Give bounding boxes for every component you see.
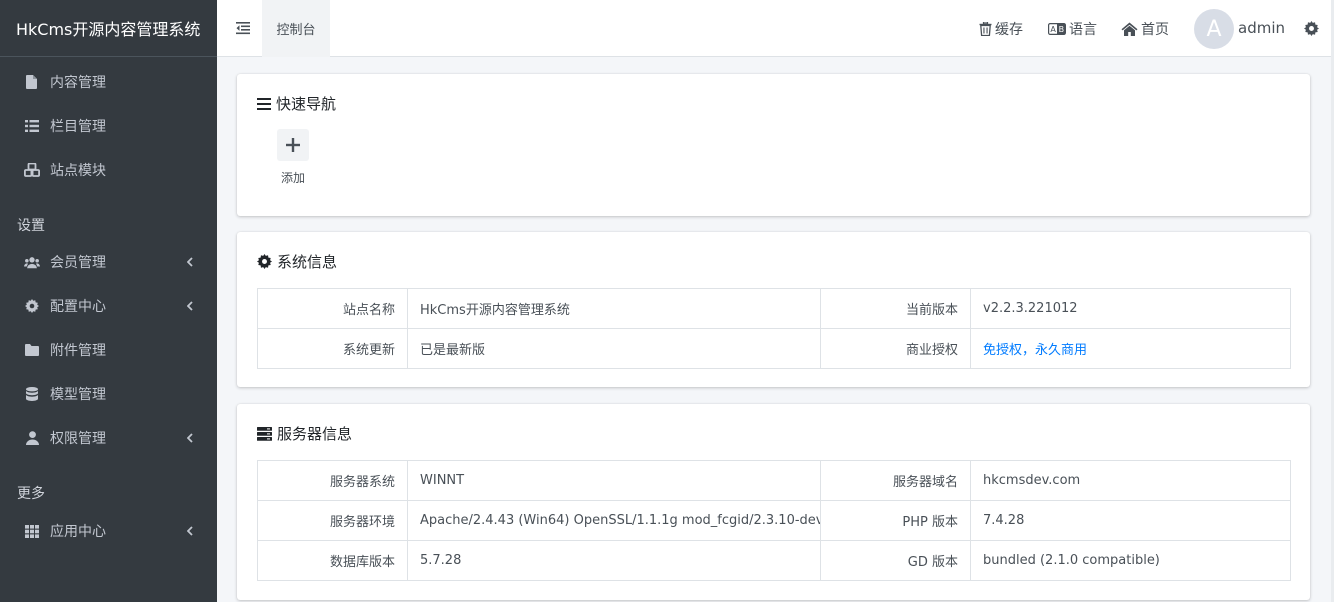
brand-title[interactable]: HkCms开源内容管理系统 xyxy=(0,0,217,57)
language-button[interactable]: AB 语言 xyxy=(1048,19,1097,39)
user-name[interactable]: admin xyxy=(1238,19,1285,37)
table-cell-value: WINNT xyxy=(407,460,821,501)
table-cell-value: bundled (2.1.0 compatible) xyxy=(970,540,1291,581)
sidebar-item-label: 权限管理 xyxy=(50,431,106,447)
sidebar-item-members[interactable]: 会员管理 xyxy=(0,242,217,282)
table-cell-value: HkCms开源内容管理系统 xyxy=(407,288,821,329)
table-cell-value: hkcmsdev.com xyxy=(970,460,1291,501)
list-icon xyxy=(24,118,40,134)
database-icon xyxy=(24,386,40,402)
grid-icon xyxy=(24,523,40,539)
table-row: 数据库版本 5.7.28 GD 版本 bundled (2.1.0 compat… xyxy=(257,540,1291,581)
table-cell-key: 当前版本 xyxy=(820,288,971,329)
table-cell-key: GD 版本 xyxy=(820,540,971,581)
sidebar-item-config[interactable]: 配置中心 xyxy=(0,286,217,326)
topbar: 控制台 缓存 AB 语言 首页 A admin xyxy=(217,0,1334,57)
sidebar: HkCms开源内容管理系统 内容管理 栏目管理 站点模块 设置 会员管理 配置中… xyxy=(0,0,217,602)
cache-label: 缓存 xyxy=(995,22,1023,38)
license-link[interactable]: 免授权，永久商用 xyxy=(983,343,1087,358)
language-icon: AB xyxy=(1048,23,1066,35)
sidebar-item-models[interactable]: 模型管理 xyxy=(0,374,217,414)
menu-toggle-icon[interactable] xyxy=(235,20,251,36)
table-cell-key: 站点名称 xyxy=(257,288,408,329)
cog-icon xyxy=(24,298,40,314)
server-info-card: 服务器信息 服务器系统 WINNT 服务器域名 hkcmsdev.com 服务器… xyxy=(237,404,1310,600)
table-cell-key: 服务器系统 xyxy=(257,460,408,501)
server-info-title-text: 服务器信息 xyxy=(277,425,353,443)
server-info-title: 服务器信息 xyxy=(257,423,352,444)
sidebar-header-settings: 设置 xyxy=(17,218,45,234)
system-info-title: 系统信息 xyxy=(257,251,337,272)
quick-nav-title-text: 快速导航 xyxy=(276,95,337,113)
avatar[interactable]: A xyxy=(1194,9,1234,49)
add-label: 添加 xyxy=(280,171,305,185)
table-cell-key: 系统更新 xyxy=(257,328,408,369)
add-quick-nav-button[interactable] xyxy=(277,129,309,161)
sidebar-item-label: 栏目管理 xyxy=(50,119,106,135)
sidebar-item-modules[interactable]: 站点模块 xyxy=(0,150,217,190)
table-row: 服务器环境 Apache/2.4.43 (Win64) OpenSSL/1.1.… xyxy=(257,500,1291,541)
users-icon xyxy=(24,254,40,270)
sidebar-header-more: 更多 xyxy=(17,486,45,502)
system-info-card: 系统信息 站点名称 HkCms开源内容管理系统 当前版本 v2.2.3.2210… xyxy=(237,232,1310,387)
quick-nav-card: 快速导航 添加 xyxy=(237,74,1310,216)
sidebar-item-columns[interactable]: 栏目管理 xyxy=(0,106,217,146)
table-cell-value: v2.2.3.221012 xyxy=(970,288,1291,329)
bars-icon xyxy=(257,97,271,110)
svg-text:A: A xyxy=(1050,25,1056,34)
sidebar-item-label: 应用中心 xyxy=(50,524,106,540)
cog-icon xyxy=(257,254,272,269)
language-label: 语言 xyxy=(1069,22,1097,38)
table-cell-value: 5.7.28 xyxy=(407,540,821,581)
trash-icon xyxy=(979,22,992,36)
system-info-table: 站点名称 HkCms开源内容管理系统 当前版本 v2.2.3.221012 系统… xyxy=(257,288,1291,369)
sidebar-item-label: 内容管理 xyxy=(50,75,106,91)
folder-icon xyxy=(24,342,40,358)
table-cell-key: 商业授权 xyxy=(820,328,971,369)
quick-nav-title: 快速导航 xyxy=(257,93,336,114)
plus-icon xyxy=(286,138,300,152)
sidebar-item-apps[interactable]: 应用中心 xyxy=(0,511,217,551)
file-icon xyxy=(24,74,40,90)
home-button[interactable]: 首页 xyxy=(1121,19,1169,39)
sidebar-item-permissions[interactable]: 权限管理 xyxy=(0,418,217,458)
cache-button[interactable]: 缓存 xyxy=(979,19,1023,39)
chevron-left-icon xyxy=(185,526,195,536)
table-row: 服务器系统 WINNT 服务器域名 hkcmsdev.com xyxy=(257,460,1291,501)
chevron-left-icon xyxy=(185,257,195,267)
settings-gear-icon[interactable] xyxy=(1304,21,1319,36)
sidebar-item-attachments[interactable]: 附件管理 xyxy=(0,330,217,370)
home-icon xyxy=(1121,22,1138,36)
table-cell-value: 7.4.28 xyxy=(970,500,1291,541)
server-icon xyxy=(257,426,272,441)
cubes-icon xyxy=(24,162,40,178)
sidebar-item-label: 站点模块 xyxy=(50,163,106,179)
table-cell-value: Apache/2.4.43 (Win64) OpenSSL/1.1.1g mod… xyxy=(407,500,821,541)
table-cell-value: 已是最新版 xyxy=(407,328,821,369)
sidebar-item-label: 模型管理 xyxy=(50,387,106,403)
user-icon xyxy=(24,430,40,446)
table-cell-key: 服务器域名 xyxy=(820,460,971,501)
chevron-left-icon xyxy=(185,433,195,443)
sidebar-item-label: 配置中心 xyxy=(50,299,106,315)
table-cell-key: 数据库版本 xyxy=(257,540,408,581)
chevron-left-icon xyxy=(185,301,195,311)
svg-text:B: B xyxy=(1059,25,1065,34)
table-cell-key: PHP 版本 xyxy=(820,500,971,541)
sidebar-item-content[interactable]: 内容管理 xyxy=(0,62,217,102)
sidebar-item-label: 附件管理 xyxy=(50,343,106,359)
home-label: 首页 xyxy=(1141,22,1169,38)
server-info-table: 服务器系统 WINNT 服务器域名 hkcmsdev.com 服务器环境 Apa… xyxy=(257,460,1291,581)
table-cell-key: 服务器环境 xyxy=(257,500,408,541)
table-row: 系统更新 已是最新版 商业授权 免授权，永久商用 xyxy=(257,328,1291,369)
tab-dashboard[interactable]: 控制台 xyxy=(262,0,330,57)
sidebar-item-label: 会员管理 xyxy=(50,255,106,271)
system-info-title-text: 系统信息 xyxy=(277,253,338,271)
table-row: 站点名称 HkCms开源内容管理系统 当前版本 v2.2.3.221012 xyxy=(257,288,1291,329)
